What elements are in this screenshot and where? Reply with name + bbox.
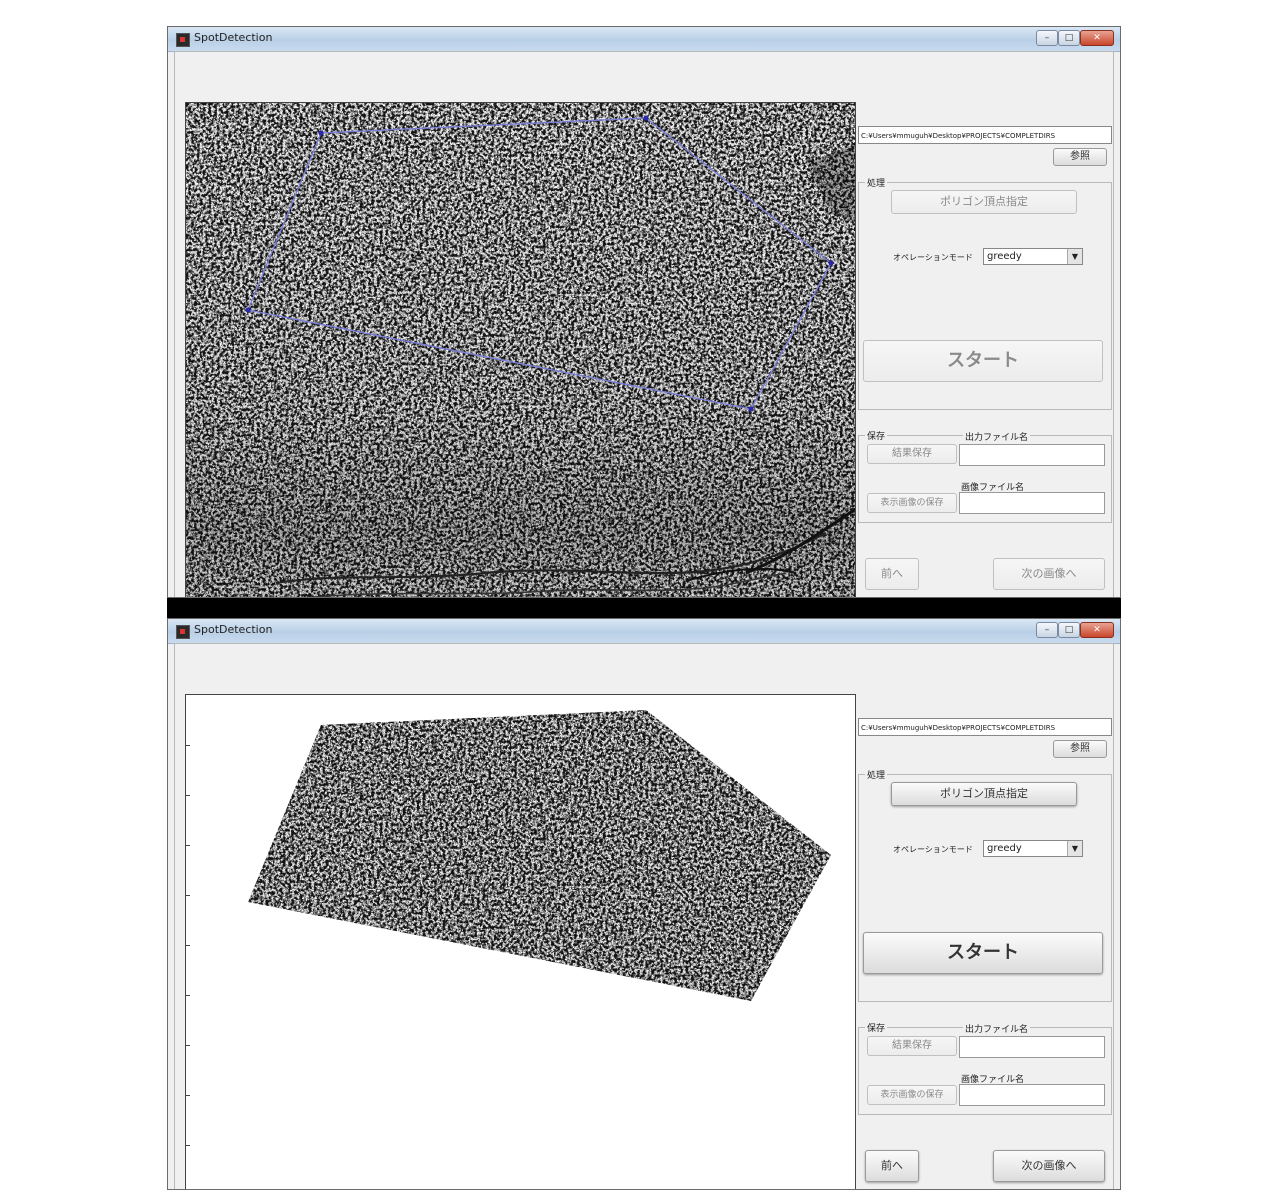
maximize-icon[interactable]: □ xyxy=(1058,30,1080,46)
operation-mode-select[interactable]: greedy ▼ xyxy=(983,248,1083,265)
polygon-vertex-button[interactable]: ポリゴン頂点指定 xyxy=(891,782,1077,806)
output-file-field[interactable] xyxy=(959,1036,1105,1058)
browse-button[interactable]: 参照 xyxy=(1053,740,1107,758)
start-button[interactable]: スタート xyxy=(863,340,1103,382)
window-title: SpotDetection xyxy=(194,31,273,44)
prev-button[interactable]: 前へ xyxy=(865,1150,919,1182)
microscopy-image xyxy=(186,103,855,597)
image-axes[interactable] xyxy=(185,102,856,597)
output-file-label: 出力ファイル名 xyxy=(963,430,1031,443)
save-result-button[interactable]: 結果保存 xyxy=(867,1036,957,1056)
next-image-button[interactable]: 次の画像へ xyxy=(993,1150,1105,1182)
maximize-icon[interactable]: □ xyxy=(1058,622,1080,638)
folder-path-field[interactable]: C:¥Users¥mmuguh¥Desktop¥PROJECTS¥COMPLET… xyxy=(858,126,1112,144)
title-bar[interactable]: SpotDetection – □ ✕ xyxy=(168,27,1120,52)
cropped-microscopy-image xyxy=(186,695,855,1189)
close-icon[interactable]: ✕ xyxy=(1080,622,1114,638)
operation-mode-label: オペレーションモード xyxy=(893,845,973,854)
save-result-button[interactable]: 結果保存 xyxy=(867,444,957,464)
spotdetection-window-polygon: SpotDetection – □ ✕ C:¥Users¥mmuguh¥Desk… xyxy=(167,26,1121,598)
operation-mode-value: greedy xyxy=(987,251,1022,262)
image-axes[interactable] xyxy=(185,694,856,1189)
app-icon xyxy=(176,625,190,639)
output-file-field[interactable] xyxy=(959,444,1105,466)
folder-path-field[interactable]: C:¥Users¥mmuguh¥Desktop¥PROJECTS¥COMPLET… xyxy=(858,718,1112,736)
minimize-icon[interactable]: – xyxy=(1036,30,1058,46)
processing-group-label: 処理 xyxy=(865,176,888,189)
separator-bar xyxy=(167,598,1121,618)
window-title: SpotDetection xyxy=(194,623,273,636)
next-image-button[interactable]: 次の画像へ xyxy=(993,558,1105,590)
output-file-label: 出力ファイル名 xyxy=(963,1022,1031,1035)
window-client-area: 200 400 600 800 1000 1200 C:¥Users¥mmugu… xyxy=(174,51,1114,597)
window-client-area: 200 400 600 800 1000 1200 C:¥Users¥mmugu… xyxy=(174,643,1114,1189)
chevron-down-icon[interactable]: ▼ xyxy=(1067,249,1082,264)
operation-mode-value: greedy xyxy=(987,843,1022,854)
save-group-label: 保存 xyxy=(865,429,888,442)
save-group-label: 保存 xyxy=(865,1021,888,1034)
image-file-field[interactable] xyxy=(959,492,1105,514)
image-file-field[interactable] xyxy=(959,1084,1105,1106)
browse-button[interactable]: 参照 xyxy=(1053,148,1107,166)
spotdetection-window-cropped: SpotDetection – □ ✕ C:¥Users¥mmuguh¥Desk… xyxy=(167,618,1121,1190)
close-icon[interactable]: ✕ xyxy=(1080,30,1114,46)
prev-button[interactable]: 前へ xyxy=(865,558,919,590)
operation-mode-label: オペレーションモード xyxy=(893,253,973,262)
save-display-image-button[interactable]: 表示画像の保存 xyxy=(867,493,957,513)
start-button[interactable]: スタート xyxy=(863,932,1103,974)
chevron-down-icon[interactable]: ▼ xyxy=(1067,841,1082,856)
minimize-icon[interactable]: – xyxy=(1036,622,1058,638)
title-bar[interactable]: SpotDetection – □ ✕ xyxy=(168,619,1120,644)
processing-group-label: 処理 xyxy=(865,768,888,781)
operation-mode-select[interactable]: greedy ▼ xyxy=(983,840,1083,857)
polygon-vertex-button[interactable]: ポリゴン頂点指定 xyxy=(891,190,1077,214)
save-display-image-button[interactable]: 表示画像の保存 xyxy=(867,1085,957,1105)
app-icon xyxy=(176,33,190,47)
